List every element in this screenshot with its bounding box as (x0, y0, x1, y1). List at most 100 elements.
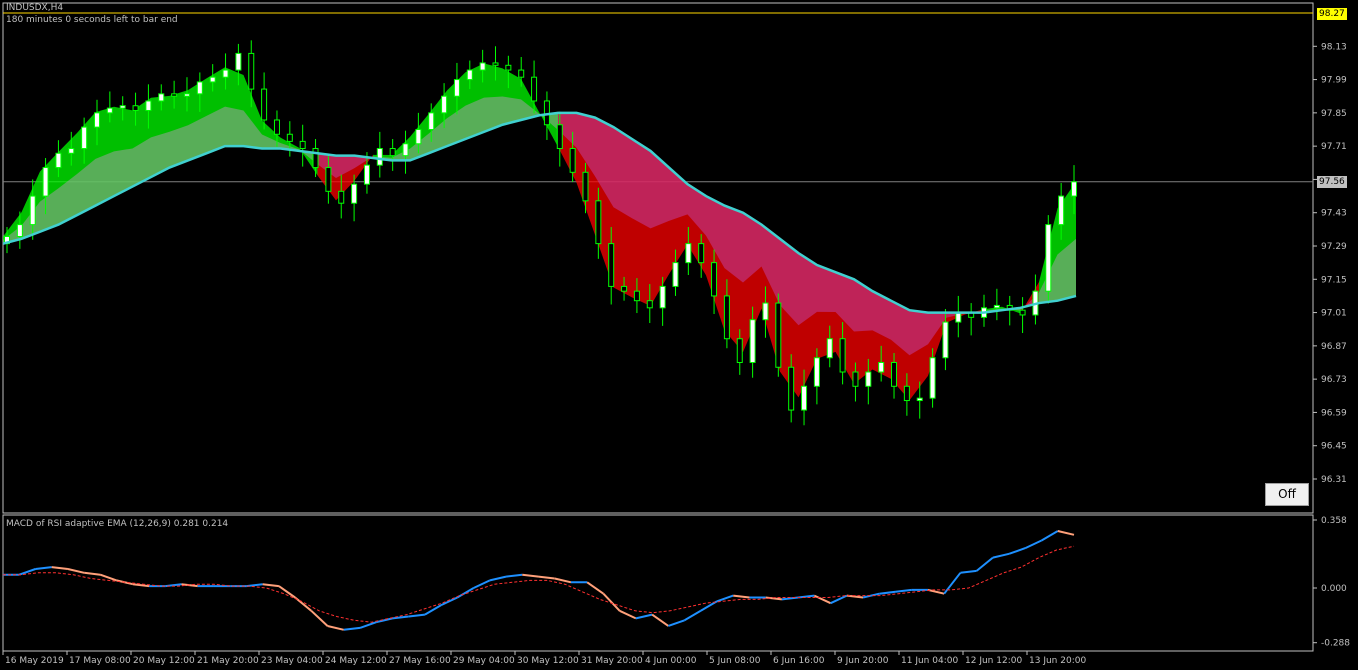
signal-line (3, 545, 1075, 623)
macd-line-segment (651, 613, 669, 627)
candle-body (505, 64, 512, 71)
time-tick-label: 13 Jun 20:00 (1029, 656, 1086, 666)
macd-line-segment (554, 577, 572, 584)
candle-body (1019, 309, 1026, 316)
time-tick-label: 9 Jun 20:00 (837, 656, 889, 666)
time-tick-label: 23 May 04:00 (261, 656, 323, 666)
candle-body (29, 195, 36, 226)
macd-tick-label: 0.000 (1321, 584, 1347, 594)
top-price-tag: 98.27 (1317, 8, 1347, 20)
time-tick-label: 16 May 2019 (5, 656, 64, 666)
macd-line-segment (619, 609, 637, 620)
macd-line-segment (895, 588, 912, 593)
candle-body (955, 312, 962, 323)
time-tick-label: 24 May 12:00 (325, 656, 387, 666)
macd-line-segment (375, 617, 393, 624)
candle-body (132, 105, 139, 111)
time-tick-label: 21 May 20:00 (197, 656, 259, 666)
time-tick-label: 27 May 16:00 (389, 656, 451, 666)
candle-body (16, 224, 23, 237)
macd-line-segment (862, 592, 880, 599)
time-tick-label: 20 May 12:00 (133, 656, 195, 666)
candle-body (788, 366, 795, 411)
candle-body (608, 243, 615, 287)
candle-body (916, 397, 923, 402)
candle-body (531, 76, 538, 102)
macd-line-segment (798, 594, 815, 599)
band-shade-segment (632, 139, 651, 229)
macd-line-segment (278, 585, 296, 599)
off-button[interactable]: Off (1265, 483, 1309, 506)
candle-body (518, 69, 525, 78)
candle-body (338, 190, 345, 204)
macd-line-segment (327, 625, 345, 631)
macd-tick-label: 0.358 (1321, 516, 1347, 526)
candle-body (273, 119, 280, 135)
band-shade-segment (854, 279, 873, 332)
candle-body (942, 321, 949, 359)
band-shade-segment (650, 150, 669, 229)
candle-body (389, 148, 396, 157)
candle-body (903, 385, 910, 402)
macd-line-segment (813, 594, 832, 605)
time-tick-label: 17 May 08:00 (69, 656, 131, 666)
macd-line-segment (586, 581, 604, 595)
macd-line-segment (35, 566, 52, 570)
candle-body (775, 302, 782, 368)
candle-body (376, 148, 383, 166)
candle-body (42, 167, 49, 197)
candle-body (1071, 181, 1077, 197)
macd-line-segment (262, 583, 279, 588)
macd-pane-border (2, 514, 1314, 652)
candle-body (235, 52, 242, 71)
candle-body (55, 152, 62, 169)
macd-line-segment (456, 587, 475, 599)
candle-body (736, 338, 743, 363)
macd-line-segment (84, 571, 101, 576)
macd-line-segment (602, 593, 621, 612)
price-tick-label: 97.43 (1321, 209, 1347, 219)
macd-line-segment (927, 588, 945, 595)
candle-body (441, 95, 448, 114)
price-tick-label: 97.71 (1321, 142, 1347, 152)
current-price-tag: 97.56 (1317, 176, 1347, 188)
candle-body (878, 362, 885, 373)
candle-body (248, 52, 255, 90)
candle-body (145, 100, 152, 111)
candle-body (762, 302, 769, 321)
candle-body (852, 371, 859, 387)
candle-body (633, 290, 640, 302)
macd-tick-label: -0.288 (1321, 639, 1350, 649)
candle-body (158, 93, 165, 102)
candle-body (1045, 224, 1052, 292)
candle-body (556, 124, 563, 150)
candle-body (183, 93, 190, 97)
time-tick-label: 4 Jun 00:00 (645, 656, 697, 666)
macd-line-segment (976, 556, 994, 572)
candle-body (595, 200, 602, 245)
macd-line-segment (51, 566, 69, 570)
macd-line-segment (879, 590, 896, 595)
time-tick-label: 6 Jun 16:00 (773, 656, 825, 666)
candle-body (171, 93, 178, 97)
macd-line-segment (505, 573, 523, 578)
chart-symbol-title: INDUSDX,H4 (6, 3, 64, 13)
candle-body (415, 129, 422, 145)
macd-line-segment (733, 594, 750, 599)
candle-body (723, 295, 730, 340)
time-tick-label: 31 May 20:00 (581, 656, 643, 666)
candle-body (119, 105, 126, 109)
candle-body (466, 69, 473, 81)
candle-body (209, 76, 216, 83)
candle-body (582, 171, 589, 202)
price-tick-label: 97.99 (1321, 76, 1347, 86)
candle-body (891, 362, 898, 387)
macd-line-segment (343, 626, 361, 631)
candle-body (93, 112, 100, 128)
candle-body (106, 107, 113, 114)
candle-body (261, 88, 268, 121)
candle-body (351, 183, 358, 204)
macd-line-segment (943, 572, 962, 595)
candle-body (813, 357, 820, 387)
candle-body (801, 385, 808, 411)
